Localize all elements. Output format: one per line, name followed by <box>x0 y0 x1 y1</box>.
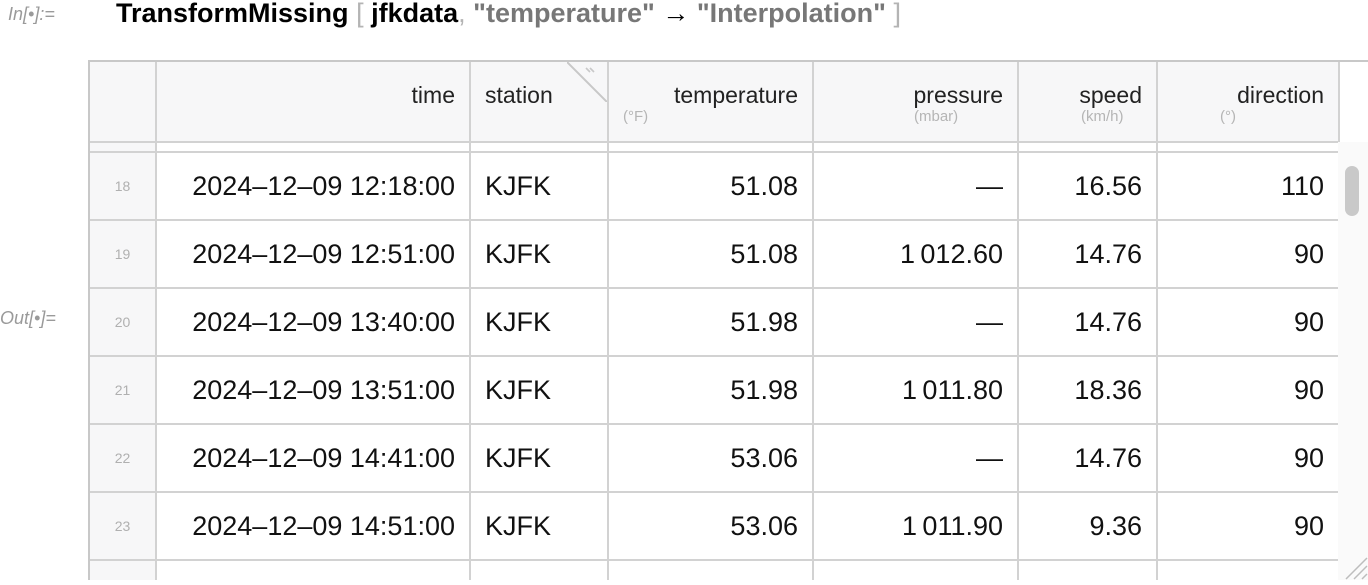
table-row[interactable]: 21 2024–12–09 13:51:00 KJFK 51.98 1 011.… <box>90 356 1340 425</box>
cell-speed[interactable]: 9.36 <box>1018 492 1158 561</box>
table-row[interactable]: 18 2024–12–09 12:18:00 KJFK 51.08 — 16.5… <box>90 152 1340 221</box>
partial-row <box>90 560 1340 580</box>
row-index: 21 <box>90 356 157 425</box>
close-bracket: ] <box>893 0 901 28</box>
row-index: 22 <box>90 424 157 493</box>
cell-pressure[interactable]: — <box>813 424 1019 493</box>
cell-station[interactable]: KJFK <box>470 152 609 221</box>
column-header-station[interactable]: station <box>470 62 609 143</box>
tabular-output[interactable]: time station temperature (°F) pressure (… <box>88 60 1368 580</box>
table-row[interactable]: 22 2024–12–09 14:41:00 KJFK 53.06 — 14.7… <box>90 424 1340 493</box>
cell-speed[interactable]: 16.56 <box>1018 152 1158 221</box>
cell-pressure[interactable]: 1 012.60 <box>813 220 1019 289</box>
row-index: 20 <box>90 288 157 357</box>
cell-station[interactable]: KJFK <box>470 288 609 357</box>
column-header-time[interactable]: time <box>156 62 471 143</box>
header-row: time station temperature (°F) pressure (… <box>90 62 1340 143</box>
cell-temperature[interactable]: 51.08 <box>608 220 814 289</box>
function-name: TransformMissing <box>116 0 349 28</box>
output-label: Out[•]= <box>0 308 56 328</box>
cell-temperature[interactable]: 51.98 <box>608 356 814 425</box>
column-header-label: speed <box>1079 82 1142 108</box>
cell-direction[interactable]: 90 <box>1157 356 1340 425</box>
cell-direction[interactable]: 90 <box>1157 288 1340 357</box>
cell-station[interactable]: KJFK <box>470 220 609 289</box>
comma: , <box>458 0 466 28</box>
column-unit-label: (km/h) <box>1081 108 1124 125</box>
cell-time[interactable]: 2024–12–09 14:51:00 <box>156 492 471 561</box>
cell-time[interactable]: 2024–12–09 13:40:00 <box>156 288 471 357</box>
cell-direction[interactable]: 110 <box>1157 152 1340 221</box>
cell-direction[interactable]: 90 <box>1157 220 1340 289</box>
column-header-label: pressure <box>913 82 1003 108</box>
argument-dataset: jfkdata <box>371 0 459 28</box>
cell-pressure[interactable]: 1 011.90 <box>813 492 1019 561</box>
cell-speed[interactable]: 18.36 <box>1018 356 1158 425</box>
row-index: 23 <box>90 492 157 561</box>
column-header-speed[interactable]: speed (km/h) <box>1018 62 1158 143</box>
column-header-label: direction <box>1237 82 1324 108</box>
cell-direction[interactable]: 90 <box>1157 492 1340 561</box>
input-label: In[•]:= <box>8 4 55 24</box>
resize-grip-icon[interactable] <box>1342 552 1368 580</box>
column-menu-icon[interactable] <box>567 62 607 102</box>
column-header-direction[interactable]: direction (°) <box>1157 62 1340 143</box>
table-row[interactable]: 23 2024–12–09 14:51:00 KJFK 53.06 1 011.… <box>90 492 1340 561</box>
scrollbar-thumb[interactable] <box>1345 166 1359 216</box>
cell-time[interactable]: 2024–12–09 12:18:00 <box>156 152 471 221</box>
column-header-temperature[interactable]: temperature (°F) <box>608 62 814 143</box>
cell-temperature[interactable]: 53.06 <box>608 424 814 493</box>
cell-time[interactable]: 2024–12–09 12:51:00 <box>156 220 471 289</box>
cell-time[interactable]: 2024–12–09 13:51:00 <box>156 356 471 425</box>
column-header-label: temperature <box>673 82 798 108</box>
cell-station[interactable]: KJFK <box>470 356 609 425</box>
rule-value: "Interpolation" <box>696 0 886 28</box>
cell-time[interactable]: 2024–12–09 14:41:00 <box>156 424 471 493</box>
column-header-label: time <box>411 82 455 108</box>
column-header-pressure[interactable]: pressure (mbar) <box>813 62 1019 143</box>
cell-pressure[interactable]: — <box>813 288 1019 357</box>
row-index: 19 <box>90 220 157 289</box>
rule-key: "temperature" <box>473 0 655 28</box>
cell-speed[interactable]: 14.76 <box>1018 220 1158 289</box>
cell-speed[interactable]: 14.76 <box>1018 424 1158 493</box>
cell-pressure[interactable]: — <box>813 152 1019 221</box>
cell-station[interactable]: KJFK <box>470 492 609 561</box>
cell-station[interactable]: KJFK <box>470 424 609 493</box>
cell-pressure[interactable]: 1 011.80 <box>813 356 1019 425</box>
data-table: time station temperature (°F) pressure (… <box>90 62 1340 580</box>
open-bracket: [ <box>356 0 364 28</box>
cell-speed[interactable]: 14.76 <box>1018 288 1158 357</box>
rule-arrow: → <box>662 0 690 28</box>
index-header <box>90 62 157 143</box>
cell-direction[interactable]: 90 <box>1157 424 1340 493</box>
cell-temperature[interactable]: 51.98 <box>608 288 814 357</box>
column-unit-label: (mbar) <box>914 108 959 125</box>
scroll-spacer-row <box>90 142 1340 153</box>
cell-temperature[interactable]: 51.08 <box>608 152 814 221</box>
input-code-line[interactable]: TransformMissing [ jfkdata, "temperature… <box>116 0 901 30</box>
column-unit-label: (°F) <box>623 108 649 125</box>
table-row[interactable]: 20 2024–12–09 13:40:00 KJFK 51.98 — 14.7… <box>90 288 1340 357</box>
cell-temperature[interactable]: 53.06 <box>608 492 814 561</box>
column-unit-label: (°) <box>1220 108 1236 125</box>
table-row[interactable]: 19 2024–12–09 12:51:00 KJFK 51.08 1 012.… <box>90 220 1340 289</box>
row-index: 18 <box>90 152 157 221</box>
